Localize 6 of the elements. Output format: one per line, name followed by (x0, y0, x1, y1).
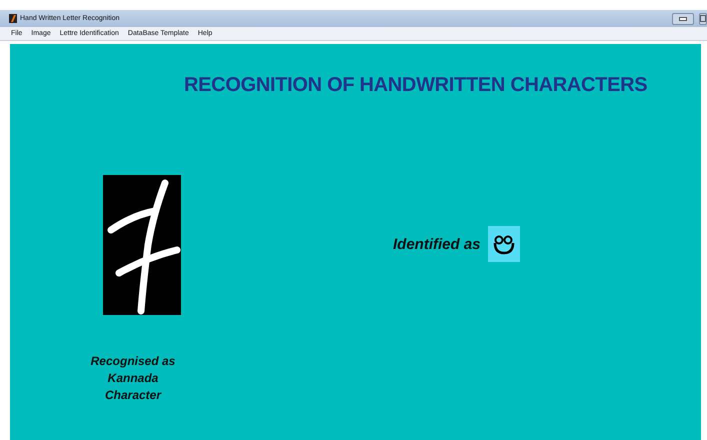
result-label: Identified as (393, 236, 481, 252)
heading: RECOGNITION OF HANDWRITTEN CHARACTERS (184, 74, 648, 97)
minimize-button[interactable] (672, 12, 694, 24)
maximize-button[interactable] (699, 12, 707, 24)
caption: Recognised as Kannada Character (90, 353, 176, 404)
app-icon (9, 14, 17, 23)
